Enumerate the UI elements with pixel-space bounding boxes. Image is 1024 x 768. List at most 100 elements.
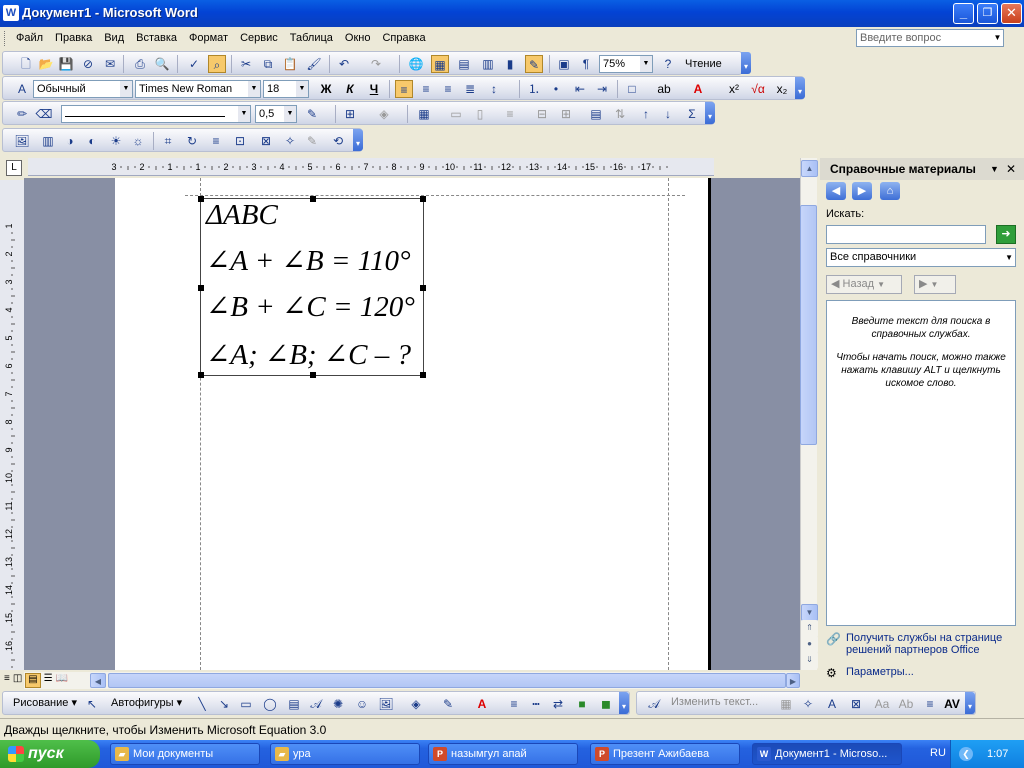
resize-handle[interactable]	[198, 285, 204, 291]
equation-icon[interactable]: √α	[749, 80, 767, 98]
toolbar-options-icon[interactable]: ▾	[965, 692, 975, 714]
resize-handle[interactable]	[310, 372, 316, 378]
align-cell-icon[interactable]: ≡	[501, 105, 519, 123]
resize-handle[interactable]	[420, 285, 426, 291]
styles-icon[interactable]: A	[13, 80, 31, 98]
subscript-icon[interactable]: x₂	[773, 80, 791, 98]
edit-text-button[interactable]: Изменить текст...	[671, 696, 758, 708]
browse-object-icon[interactable]: ●	[801, 636, 818, 653]
dash-style-icon[interactable]: ┅	[527, 695, 545, 713]
rectangle-icon[interactable]: ▭	[237, 695, 255, 713]
cut-icon[interactable]: ✂	[237, 55, 255, 73]
minimize-button[interactable]: _	[953, 3, 974, 24]
font-color-icon[interactable]: A	[473, 695, 491, 713]
menu-help[interactable]: Справка	[376, 27, 431, 49]
copy-icon[interactable]: ⧉	[259, 55, 277, 73]
alignment-icon[interactable]: ≡	[921, 695, 939, 713]
less-brightness-icon[interactable]: ☼	[129, 132, 147, 150]
font-select[interactable]: Times New Roman ▼	[135, 80, 261, 98]
underline-button[interactable]: Ч	[365, 80, 383, 98]
crop-icon[interactable]: ⌗	[159, 132, 177, 150]
forward-button[interactable]: ▶ ▼	[914, 275, 956, 294]
more-brightness-icon[interactable]: ☀	[107, 132, 125, 150]
sort-desc-icon[interactable]: ↓	[659, 105, 677, 123]
char-spacing-icon[interactable]: AV	[943, 695, 961, 713]
italic-button[interactable]: К	[341, 80, 359, 98]
toolbar-options-icon[interactable]: ▾	[795, 77, 805, 99]
format-picture-icon[interactable]: ✧	[281, 132, 299, 150]
close-button[interactable]: ✕	[1001, 3, 1022, 24]
task-ura[interactable]: ▰ ура	[270, 743, 420, 765]
3d-icon[interactable]: ◼	[597, 695, 615, 713]
menu-table[interactable]: Таблица	[284, 27, 339, 49]
text-wrapping-icon[interactable]: ⊠	[847, 695, 865, 713]
tab-selector[interactable]: L	[6, 160, 22, 176]
menu-view[interactable]: Вид	[98, 27, 130, 49]
align-right-icon[interactable]: ≡	[439, 80, 457, 98]
undo-icon[interactable]: ↶	[335, 55, 353, 73]
insert-wordart-icon[interactable]: 𝒜	[645, 695, 663, 713]
vertical-ruler[interactable]: 1 2 3 4 5 6 7 8 9 10 11 12 13 14 15 16	[0, 180, 24, 670]
paste-icon[interactable]: 📋	[281, 55, 299, 73]
drawing-icon[interactable]: ✎	[525, 55, 543, 73]
task-pane-close-icon[interactable]: ✕	[1006, 158, 1016, 180]
search-input[interactable]	[826, 225, 986, 244]
help-dropdown-icon[interactable]: ▼	[992, 30, 1003, 46]
permission-icon[interactable]: ⊘	[79, 55, 97, 73]
tables-borders-icon[interactable]: ▦	[431, 55, 449, 73]
back-button[interactable]: ◀ Назад ▼	[826, 275, 902, 294]
autoshapes-menu[interactable]: Автофигуры ▾	[111, 696, 182, 709]
task-my-documents[interactable]: ▰ Мои документы	[110, 743, 260, 765]
menu-edit[interactable]: Правка	[49, 27, 98, 49]
prev-page-icon[interactable]: ⇑	[801, 620, 818, 637]
distribute-rows-icon[interactable]: ⊟	[533, 105, 551, 123]
word-app-icon[interactable]: W	[3, 5, 19, 21]
language-indicator[interactable]: RU	[930, 747, 946, 759]
border-color-icon[interactable]: ✎	[303, 105, 321, 123]
scroll-up-icon[interactable]: ▲	[801, 160, 818, 177]
back-nav-icon[interactable]: ◀	[826, 182, 846, 200]
more-contrast-icon[interactable]: ◑	[61, 132, 79, 150]
save-icon[interactable]: 💾	[57, 55, 75, 73]
task-nazymgul[interactable]: Pназымгул апай	[428, 743, 578, 765]
sort-asc-icon[interactable]: ↑	[637, 105, 655, 123]
vertical-text-icon[interactable]: Ab	[897, 695, 915, 713]
picture-icon[interactable]: 🖼	[377, 695, 395, 713]
task-pane-menu-icon[interactable]: ▼	[990, 158, 999, 180]
help-search-input[interactable]: Введите вопрос	[856, 29, 1004, 47]
select-objects-icon[interactable]: ↖	[83, 695, 101, 713]
superscript-icon[interactable]: x²	[725, 80, 743, 98]
insert-excel-icon[interactable]: ▥	[479, 55, 497, 73]
line-style-icon[interactable]: ≡	[207, 132, 225, 150]
horizontal-scroll-thumb[interactable]	[108, 673, 786, 688]
menu-grip[interactable]	[4, 31, 7, 46]
research-icon[interactable]: ⌕	[208, 55, 226, 73]
document-map-icon[interactable]: ▣	[555, 55, 573, 73]
justify-icon[interactable]: ≣	[461, 80, 479, 98]
table-autoformat-icon[interactable]: ▤	[587, 105, 605, 123]
equation-object[interactable]: ΔABC ∠A + ∠B = 110° ∠B + ∠C = 120° ∠A; ∠…	[198, 196, 426, 378]
textbox-icon[interactable]: ▤	[285, 695, 303, 713]
scroll-left-icon[interactable]: ◀	[90, 673, 106, 688]
insert-table-icon[interactable]: ▤	[455, 55, 473, 73]
same-height-icon[interactable]: Aa	[873, 695, 891, 713]
menu-file[interactable]: Файл	[10, 27, 49, 49]
source-select[interactable]: Все справочники ▼	[826, 248, 1016, 267]
format-painter-icon[interactable]: 🖌	[305, 55, 323, 73]
task-prezent[interactable]: P Презент Ажибаева	[590, 743, 740, 765]
line-style-select[interactable]: ▼	[61, 105, 251, 123]
shadow-icon[interactable]: ■	[573, 695, 591, 713]
next-page-icon[interactable]: ⇓	[801, 652, 818, 669]
align-center-icon[interactable]: ≡	[417, 80, 435, 98]
new-icon[interactable]: 🗋	[17, 55, 35, 73]
scroll-right-icon[interactable]: ▶	[786, 673, 800, 688]
print-view-icon[interactable]: ▤	[25, 673, 41, 688]
numbering-icon[interactable]: ⒈	[525, 80, 543, 98]
toolbar-options-icon[interactable]: ▾	[705, 102, 715, 124]
line-width-select[interactable]: 0,5 ▼	[255, 105, 297, 123]
increase-indent-icon[interactable]: ⇥	[593, 80, 611, 98]
reset-picture-icon[interactable]: ⟲	[329, 132, 347, 150]
font-color-icon[interactable]: A	[689, 80, 707, 98]
autosum-icon[interactable]: Σ	[683, 105, 701, 123]
resize-handle[interactable]	[310, 196, 316, 202]
